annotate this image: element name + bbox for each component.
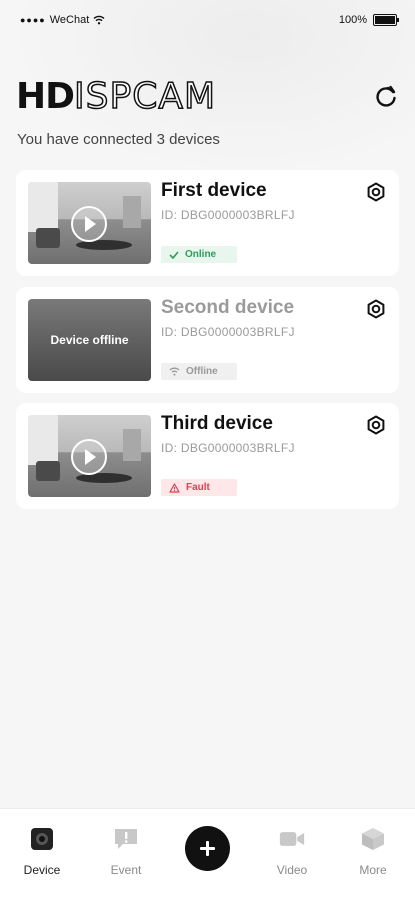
status-label: Fault [186, 482, 210, 493]
device-id: ID: DBG0000003BRLFJ [161, 441, 295, 455]
device-name: Third device [161, 413, 273, 434]
settings-icon[interactable] [366, 415, 386, 435]
cube-icon [362, 828, 384, 850]
camera-icon [31, 828, 53, 850]
app-logo: HD ISPCAM [16, 75, 217, 118]
status-label: Offline [186, 366, 218, 377]
tab-device[interactable]: Device [12, 827, 72, 877]
logo-text: ISPCAM [73, 75, 217, 118]
tab-label: Video [276, 863, 308, 877]
status-badge: Fault [161, 479, 237, 496]
device-thumbnail[interactable]: Device offline [28, 299, 151, 381]
connected-count: You have connected 3 devices [17, 131, 220, 148]
wifi-off-icon [169, 367, 180, 376]
alert-icon [115, 829, 137, 849]
battery-icon [373, 14, 399, 26]
add-device-button[interactable] [185, 826, 230, 871]
offline-overlay: Device offline [50, 333, 129, 347]
tab-label: Device [23, 863, 61, 877]
video-icon [279, 832, 305, 846]
refresh-icon[interactable] [373, 84, 399, 110]
device-thumbnail[interactable] [28, 182, 151, 264]
status-label: Online [185, 249, 217, 260]
tab-video[interactable]: Video [262, 827, 322, 877]
signal-icon: ●●●● [20, 15, 46, 25]
device-id: ID: DBG0000003BRLFJ [161, 208, 295, 222]
settings-icon[interactable] [366, 182, 386, 202]
tab-label: Event [110, 863, 142, 877]
device-thumbnail[interactable] [28, 415, 151, 497]
status-bar: ●●●● WeChat 100% [0, 0, 415, 40]
device-name: First device [161, 180, 267, 201]
play-icon[interactable] [71, 439, 107, 475]
battery-percent: 100% [338, 14, 367, 26]
device-card-second[interactable]: Device offline Second device ID: DBG0000… [16, 287, 399, 393]
wifi-icon [93, 15, 105, 25]
tab-label: More [359, 863, 387, 877]
check-icon [169, 250, 179, 259]
tab-more[interactable]: More [343, 827, 403, 877]
device-name: Second device [161, 297, 295, 318]
logo-hd: HD [16, 75, 75, 117]
device-id: ID: DBG0000003BRLFJ [161, 325, 295, 339]
status-badge: Online [161, 246, 237, 263]
settings-icon[interactable] [366, 299, 386, 319]
device-card-third[interactable]: Third device ID: DBG0000003BRLFJ Fault [16, 403, 399, 509]
device-card-first[interactable]: First device ID: DBG0000003BRLFJ Online [16, 170, 399, 276]
tab-event[interactable]: Event [96, 827, 156, 877]
status-badge: Offline [161, 363, 237, 380]
carrier-label: WeChat [49, 14, 90, 26]
play-icon[interactable] [71, 206, 107, 242]
warning-icon [169, 482, 180, 493]
